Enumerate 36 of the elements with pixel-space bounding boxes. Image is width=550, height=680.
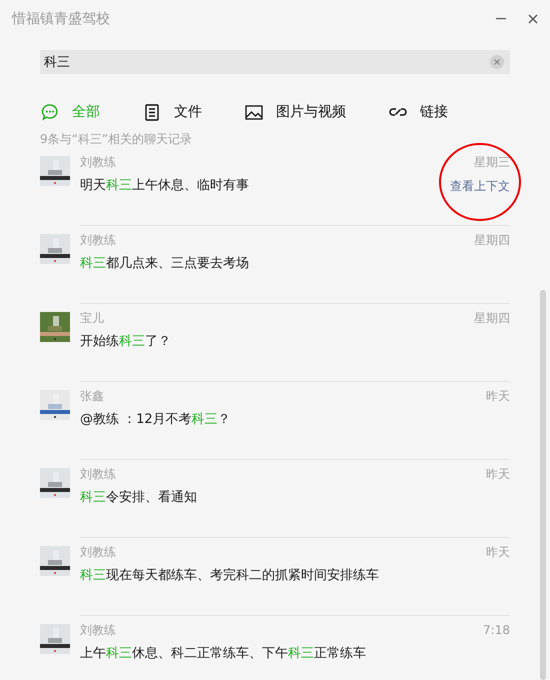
contact-name: 刘教练 [80, 466, 116, 483]
message-text[interactable]: @教练 ：12月不考科三？ [80, 411, 231, 429]
message-time: 昨天 [486, 388, 510, 405]
minimize-icon[interactable] [496, 18, 506, 20]
message-text[interactable]: 科三都几点来、三点要去考场 [80, 255, 249, 273]
message-text[interactable]: 明天科三上午休息、临时有事 [80, 177, 249, 195]
document-icon [145, 104, 159, 120]
message-text[interactable]: 科三令安排、看通知 [80, 489, 197, 507]
message-time: 7:18 [483, 622, 510, 639]
contact-name: 刘教练 [80, 154, 116, 171]
message-text[interactable]: 开始练科三了？ [80, 333, 171, 351]
link-icon [388, 106, 408, 118]
message-text[interactable]: 科三现在每天都练车、考完科二的抓紧时间安排练车 [80, 567, 379, 585]
result-count-text: 9条与“科三”相关的聊天记录 [40, 131, 194, 148]
search-field[interactable]: 科三 [40, 50, 510, 74]
clear-icon[interactable] [490, 55, 504, 69]
contact-name: 张鑫 [80, 388, 104, 405]
filter-tab[interactable]: 文件 [142, 100, 202, 124]
contact-name: 宝儿 [80, 310, 104, 327]
view-context-link[interactable]: 查看上下文 [450, 177, 510, 195]
message-text[interactable]: 上午科三休息、科二正常练车、下午科三正常练车 [80, 645, 366, 663]
message-time: 星期四 [474, 310, 510, 327]
window-title: 惜福镇青盛驾校 [12, 10, 110, 28]
contact-name: 刘教练 [80, 622, 116, 639]
message-time: 昨天 [486, 544, 510, 561]
image-icon [245, 104, 263, 120]
message-time: 星期四 [474, 232, 510, 249]
contact-name: 刘教练 [80, 544, 116, 561]
chat-icon [41, 103, 59, 121]
message-time: 昨天 [486, 466, 510, 483]
scrollbar[interactable] [540, 290, 546, 680]
close-icon[interactable] [528, 14, 538, 24]
filter-tab[interactable]: 链接 [388, 100, 448, 124]
filter-tab[interactable]: 图片与视频 [244, 100, 346, 124]
message-time: 星期三 [474, 154, 510, 171]
contact-name: 刘教练 [80, 232, 116, 249]
